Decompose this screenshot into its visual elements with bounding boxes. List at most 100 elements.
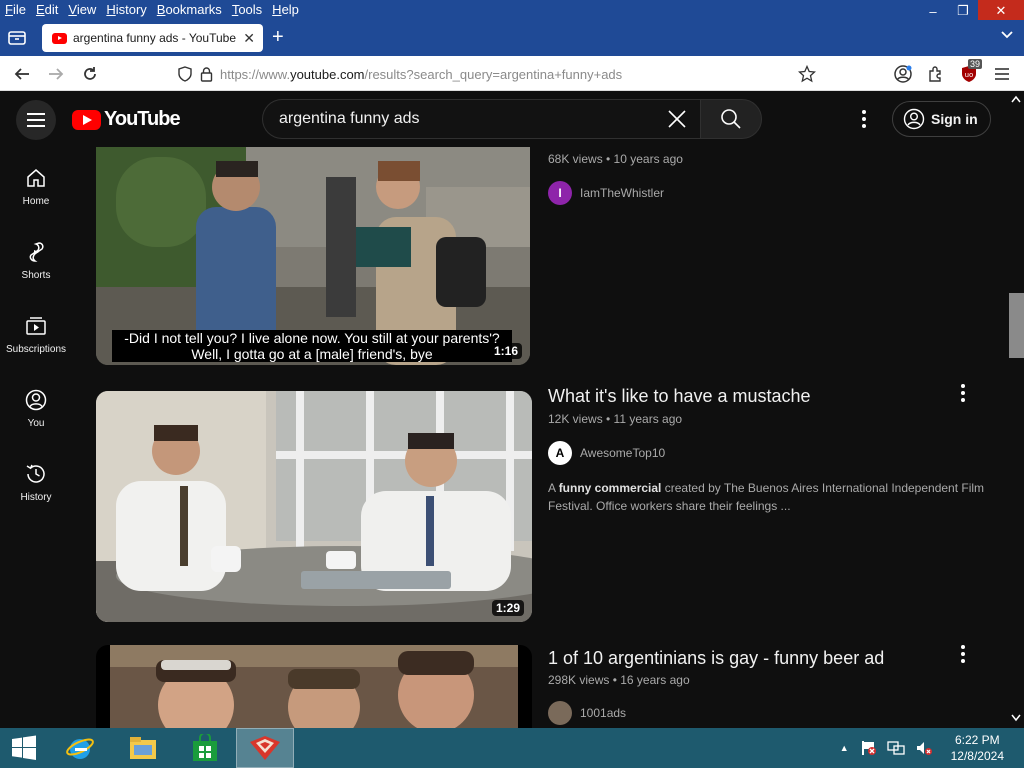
channel-name: AwesomeTop10	[580, 446, 666, 460]
sidebar-item-you[interactable]: You	[0, 369, 72, 443]
clock-time: 6:22 PM	[954, 733, 1000, 747]
tab-title: argentina funny ads - YouTube	[73, 31, 237, 45]
sidebar-item-shorts[interactable]: Shorts	[0, 221, 72, 295]
menu-edit[interactable]: Edit	[31, 0, 63, 20]
video-meta: 12K views • 11 years ago	[548, 412, 683, 426]
restore-button[interactable]: ❐	[948, 0, 978, 22]
video-duration: 1:16	[489, 343, 522, 359]
network-icon[interactable]	[886, 740, 905, 756]
channel-link[interactable]: A AwesomeTop10	[548, 441, 665, 465]
tab-list-icon[interactable]	[6, 28, 28, 48]
video-thumbnail[interactable]	[96, 645, 532, 728]
menu-bar: File Edit View History Bookmarks Tools H…	[0, 0, 1024, 20]
sidebar-item-label: You	[27, 418, 45, 429]
show-hidden-icons-icon[interactable]: ▲	[840, 743, 849, 753]
action-center-flag-icon[interactable]	[859, 740, 877, 756]
menu-tools[interactable]: Tools	[227, 0, 267, 20]
video-description: A funny commercial created by The Buenos…	[548, 481, 985, 513]
tab-youtube[interactable]: argentina funny ads - YouTube ✕	[42, 24, 263, 52]
clock[interactable]: 6:22 PM 12/8/2024	[951, 732, 1004, 764]
sidebar-item-history[interactable]: History	[0, 443, 72, 517]
tab-bar: argentina funny ads - YouTube ✕ +	[0, 20, 1024, 56]
extensions-icon[interactable]	[925, 63, 947, 85]
sign-in-button[interactable]: Sign in	[892, 101, 991, 137]
page-scrollbar[interactable]	[1008, 91, 1024, 728]
scroll-down-icon	[1011, 714, 1021, 722]
forward-icon[interactable]	[45, 63, 67, 85]
menu-view[interactable]: View	[63, 0, 101, 20]
back-icon[interactable]	[11, 63, 33, 85]
sidebar-item-subscriptions[interactable]: Subscriptions	[0, 295, 72, 369]
history-icon	[26, 464, 45, 483]
clock-date: 12/8/2024	[950, 749, 1004, 763]
guide-sidebar: Home Shorts Subscriptions You History	[0, 147, 72, 517]
taskbar-app-active-icon[interactable]	[236, 728, 294, 768]
video-thumbnail[interactable]: 1:29	[96, 391, 532, 622]
menu-history[interactable]: History	[101, 0, 151, 20]
video-menu-icon[interactable]	[958, 645, 968, 663]
video-thumbnail[interactable]: -Did I not tell you? I live alone now. Y…	[96, 147, 530, 365]
youtube-logo[interactable]: YouTube	[72, 108, 181, 131]
menu-file[interactable]: File	[0, 0, 31, 20]
home-icon	[27, 169, 45, 187]
menu-help[interactable]: Help	[267, 0, 304, 20]
shield-icon[interactable]	[178, 66, 192, 87]
video-meta: 68K views • 10 years ago	[548, 152, 683, 166]
system-tray: ▲ 6:22 PM 12/8/2024	[840, 728, 1004, 768]
video-meta: 298K views • 16 years ago	[548, 673, 690, 687]
sidebar-item-label: History	[20, 492, 52, 503]
scroll-thumb[interactable]	[1009, 293, 1024, 358]
thumbnail-image	[96, 391, 532, 622]
youtube-play-icon	[72, 109, 101, 130]
extension-badge: 39	[968, 59, 983, 69]
channel-link[interactable]: I IamTheWhistler	[548, 181, 664, 205]
channel-name: 1001ads	[580, 706, 627, 720]
new-tab-button[interactable]: +	[272, 27, 284, 47]
store-icon[interactable]	[174, 728, 236, 768]
video-duration: 1:29	[491, 600, 524, 616]
reload-icon[interactable]	[79, 63, 101, 85]
video-menu-icon[interactable]	[958, 384, 968, 402]
you-icon	[25, 389, 47, 411]
user-circle-icon	[903, 108, 925, 130]
clear-search-icon[interactable]	[666, 108, 688, 130]
app-menu-icon[interactable]	[991, 63, 1013, 85]
youtube-header: YouTube Sign in	[0, 91, 1010, 147]
subscriptions-icon	[26, 317, 46, 335]
window-controls: – ❐ ✕	[918, 0, 1024, 22]
address-bar[interactable]: https://www.youtube.com/results?search_q…	[170, 60, 820, 88]
tab-close-icon[interactable]: ✕	[243, 30, 255, 47]
search-input[interactable]	[279, 110, 659, 128]
settings-kebab-icon[interactable]	[854, 108, 874, 130]
bookmark-star-icon[interactable]	[797, 64, 817, 88]
sidebar-item-label: Home	[22, 196, 50, 207]
sign-in-label: Sign in	[931, 111, 978, 127]
avatar	[548, 701, 572, 725]
minimize-button[interactable]: –	[918, 0, 948, 22]
start-button[interactable]	[0, 728, 48, 768]
chevron-down-icon[interactable]	[1000, 28, 1014, 47]
navigation-bar: https://www.youtube.com/results?search_q…	[0, 56, 1024, 91]
sidebar-item-home[interactable]: Home	[0, 147, 72, 221]
internet-explorer-icon[interactable]	[48, 728, 112, 768]
menu-bookmarks[interactable]: Bookmarks	[152, 0, 227, 20]
url-text: https://www.youtube.com/results?search_q…	[220, 66, 623, 82]
video-title[interactable]: What it's like to have a mustache	[548, 386, 811, 407]
youtube-wordmark: YouTube	[104, 108, 181, 130]
channel-link[interactable]: 1001ads	[548, 701, 626, 725]
windows-logo-icon	[12, 735, 36, 760]
ublock-icon[interactable]: uo 39	[958, 59, 983, 85]
channel-name: IamTheWhistler	[580, 186, 665, 200]
close-window-button[interactable]: ✕	[978, 0, 1024, 22]
search-button[interactable]	[700, 99, 762, 139]
subtitle-line-2: Well, I gotta go at a [male] friend's, b…	[112, 346, 512, 362]
file-explorer-icon[interactable]	[112, 728, 174, 768]
account-icon[interactable]	[892, 63, 914, 85]
guide-menu-button[interactable]	[16, 100, 56, 140]
video-title[interactable]: 1 of 10 argentinians is gay - funny beer…	[548, 648, 884, 669]
scroll-up-icon	[1011, 95, 1021, 103]
lock-icon[interactable]	[200, 66, 213, 87]
volume-muted-icon[interactable]	[915, 740, 933, 756]
subtitle-line-1: -Did I not tell you? I live alone now. Y…	[112, 330, 512, 346]
youtube-favicon-icon	[52, 32, 67, 44]
